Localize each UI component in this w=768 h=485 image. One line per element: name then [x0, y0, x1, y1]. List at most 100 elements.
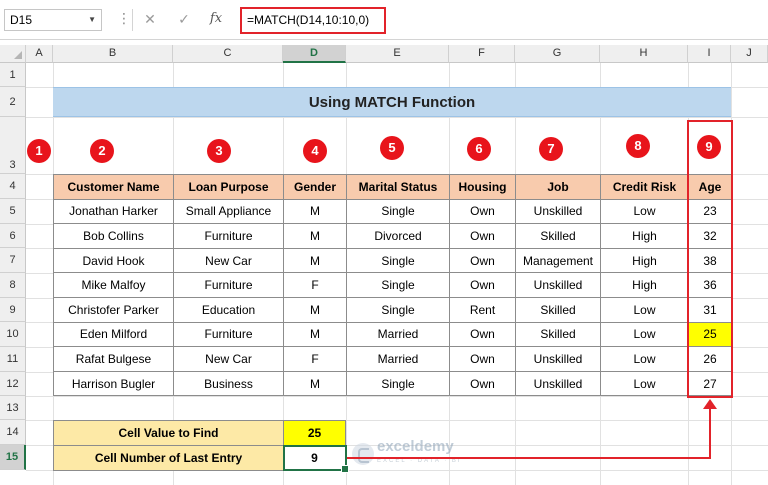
chevron-down-icon[interactable]: ▼	[88, 10, 96, 30]
row-header-9[interactable]: 9	[0, 298, 26, 322]
cell[interactable]: F	[283, 272, 347, 298]
cell[interactable]: Rent	[449, 296, 516, 323]
header-cell[interactable]: Customer Name	[53, 174, 174, 200]
insert-function-icon[interactable]: fx	[205, 11, 227, 29]
column-header-i[interactable]: I	[688, 45, 731, 63]
cell[interactable]: Jonathan Harker	[53, 198, 174, 225]
title-banner[interactable]: Using MATCH Function	[53, 87, 731, 117]
cell[interactable]: M	[283, 370, 347, 397]
row-header-6[interactable]: 6	[0, 224, 26, 248]
column-header-c[interactable]: C	[173, 45, 283, 63]
header-cell[interactable]: Credit Risk	[600, 174, 689, 200]
column-header-b[interactable]: B	[53, 45, 173, 63]
cell[interactable]: Education	[173, 296, 284, 323]
lookup-label-result[interactable]: Cell Number of Last Entry	[53, 445, 284, 471]
row-header-10[interactable]: 10	[0, 322, 26, 347]
cell[interactable]: Low	[600, 198, 689, 225]
cell[interactable]: Small Appliance	[173, 198, 284, 225]
cell[interactable]: Own	[449, 247, 516, 274]
cell[interactable]: Mike Malfoy	[53, 272, 174, 298]
cell[interactable]: Own	[449, 272, 516, 298]
row-header-11[interactable]: 11	[0, 347, 26, 372]
row-header-12[interactable]: 12	[0, 372, 26, 396]
cell[interactable]: Unskilled	[515, 198, 601, 225]
header-cell[interactable]: Marital Status	[346, 174, 450, 200]
column-header-d[interactable]: D	[283, 45, 346, 63]
cell[interactable]: M	[283, 198, 347, 225]
cell[interactable]: Business	[173, 370, 284, 397]
cell[interactable]: Own	[449, 223, 516, 249]
cell[interactable]: Single	[346, 296, 450, 323]
cell[interactable]: Own	[449, 346, 516, 372]
cell[interactable]: Low	[600, 296, 689, 323]
cell[interactable]: F	[283, 346, 347, 372]
cell[interactable]: Management	[515, 247, 601, 274]
cell[interactable]: Rafat Bulgese	[53, 346, 174, 372]
cell[interactable]: Furniture	[173, 272, 284, 298]
cell[interactable]: Own	[449, 198, 516, 225]
row-header-2[interactable]: 2	[0, 87, 26, 117]
cell[interactable]: Skilled	[515, 223, 601, 249]
cell[interactable]: Own	[449, 321, 516, 348]
cell[interactable]: Married	[346, 321, 450, 348]
cell[interactable]: M	[283, 247, 347, 274]
formula-input[interactable]: =MATCH(D14,10:10,0)	[240, 7, 386, 34]
column-header-h[interactable]: H	[600, 45, 688, 63]
row-header-15[interactable]: 15	[0, 445, 26, 470]
cell[interactable]: Single	[346, 272, 450, 298]
cell[interactable]: New Car	[173, 247, 284, 274]
row-header-4[interactable]: 4	[0, 174, 26, 199]
cell[interactable]: Low	[600, 321, 689, 348]
name-box[interactable]: D15 ▼	[4, 9, 102, 31]
cell[interactable]: M	[283, 321, 347, 348]
header-cell[interactable]: Gender	[283, 174, 347, 200]
row-header-1[interactable]: 1	[0, 63, 26, 87]
cell[interactable]: Low	[600, 370, 689, 397]
row-header-7[interactable]: 7	[0, 248, 26, 273]
cell[interactable]: Single	[346, 247, 450, 274]
cell[interactable]: Harrison Bugler	[53, 370, 174, 397]
enter-icon[interactable]: ✓	[173, 11, 195, 29]
row-header-14[interactable]: 14	[0, 420, 26, 445]
row-header-3[interactable]: 3	[0, 117, 26, 174]
lookup-label-value[interactable]: Cell Value to Find	[53, 420, 284, 446]
cell[interactable]: Furniture	[173, 223, 284, 249]
header-cell[interactable]: Housing	[449, 174, 516, 200]
cell[interactable]: Unskilled	[515, 370, 601, 397]
more-options-icon[interactable]: ⋮	[117, 11, 131, 25]
cell[interactable]: Married	[346, 346, 450, 372]
column-header-a[interactable]: A	[26, 45, 53, 63]
row-header-8[interactable]: 8	[0, 273, 26, 298]
lookup-value-cell[interactable]: 25	[283, 420, 346, 446]
cell[interactable]: New Car	[173, 346, 284, 372]
column-header-f[interactable]: F	[449, 45, 515, 63]
column-header-j[interactable]: J	[731, 45, 768, 63]
cell[interactable]: Unskilled	[515, 272, 601, 298]
cell[interactable]: Eden Milford	[53, 321, 174, 348]
header-cell[interactable]: Loan Purpose	[173, 174, 284, 200]
column-header-e[interactable]: E	[346, 45, 449, 63]
row-header-5[interactable]: 5	[0, 199, 26, 224]
cell[interactable]: Single	[346, 198, 450, 225]
cell[interactable]: High	[600, 272, 689, 298]
cell[interactable]: Unskilled	[515, 346, 601, 372]
cell[interactable]: High	[600, 247, 689, 274]
cell[interactable]: M	[283, 296, 347, 323]
cell[interactable]: Own	[449, 370, 516, 397]
cell[interactable]: Divorced	[346, 223, 450, 249]
cell[interactable]: Christofer Parker	[53, 296, 174, 323]
cell[interactable]: Furniture	[173, 321, 284, 348]
column-header-g[interactable]: G	[515, 45, 600, 63]
cell[interactable]: Skilled	[515, 296, 601, 323]
cell[interactable]: High	[600, 223, 689, 249]
cell[interactable]: Bob Collins	[53, 223, 174, 249]
active-cell-selection[interactable]	[283, 445, 349, 473]
cell[interactable]: Low	[600, 346, 689, 372]
cell[interactable]: M	[283, 223, 347, 249]
row-header-13[interactable]: 13	[0, 396, 26, 420]
cell[interactable]: Single	[346, 370, 450, 397]
cell[interactable]: David Hook	[53, 247, 174, 274]
cell[interactable]: Skilled	[515, 321, 601, 348]
select-all-corner[interactable]	[0, 45, 26, 63]
cancel-icon[interactable]: ✕	[139, 11, 161, 29]
